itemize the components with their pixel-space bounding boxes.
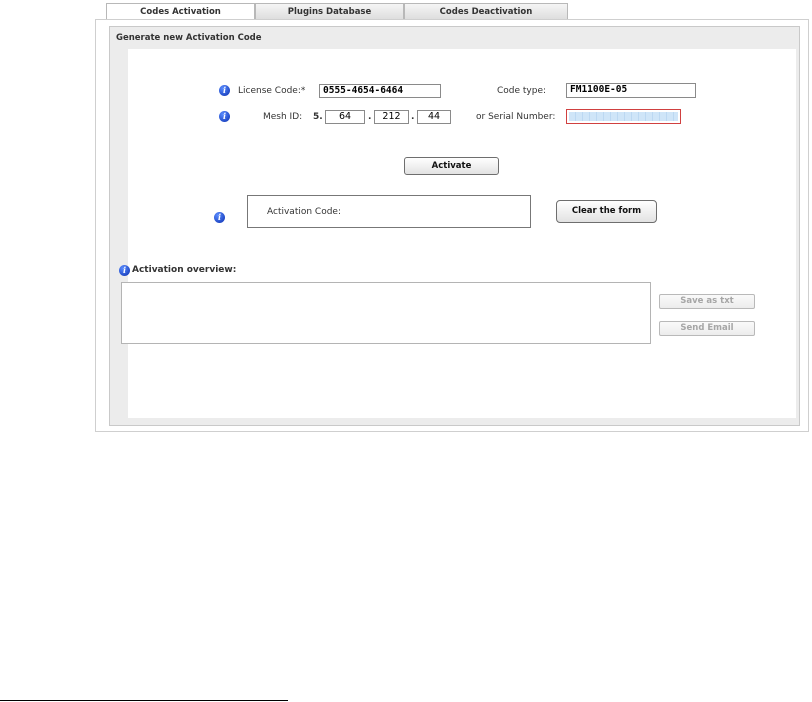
license-code-input[interactable]: 0555-4654-6464 bbox=[319, 84, 441, 98]
code-type-input[interactable]: FM1100E-05 bbox=[566, 83, 696, 98]
mesh-id-part-1[interactable]: 64 bbox=[325, 110, 365, 124]
mesh-separator: . bbox=[368, 112, 372, 122]
clear-form-button[interactable]: Clear the form bbox=[556, 200, 657, 223]
mesh-id-label: Mesh ID: bbox=[263, 112, 303, 122]
serial-number-value bbox=[569, 112, 678, 121]
code-type-label: Code type: bbox=[497, 86, 547, 96]
activation-code-info-icon[interactable]: i bbox=[214, 212, 225, 223]
save-as-txt-button[interactable]: Save as txt bbox=[659, 294, 755, 309]
activation-overview-box[interactable] bbox=[121, 282, 651, 344]
activation-code-box: Activation Code: bbox=[247, 195, 531, 228]
section-title: Generate new Activation Code bbox=[116, 33, 262, 43]
mesh-id-prefix: 5. bbox=[313, 112, 323, 122]
tab-codes-activation[interactable]: Codes Activation bbox=[106, 3, 255, 20]
activate-button[interactable]: Activate bbox=[404, 157, 499, 175]
tab-codes-deactivation[interactable]: Codes Deactivation bbox=[404, 3, 568, 19]
license-code-label: License Code:* bbox=[238, 86, 306, 96]
activation-code-label: Activation Code: bbox=[267, 207, 341, 217]
activation-overview-label: Activation overview: bbox=[132, 265, 237, 275]
tab-plugins-database[interactable]: Plugins Database bbox=[255, 3, 404, 19]
mesh-id-part-2[interactable]: 212 bbox=[374, 110, 409, 124]
serial-number-input[interactable] bbox=[566, 109, 681, 124]
send-email-button[interactable]: Send Email bbox=[659, 321, 755, 336]
footnote-divider bbox=[0, 700, 288, 701]
activation-form: i License Code:* 0555-4654-6464 Code typ… bbox=[119, 49, 796, 418]
mesh-id-part-3[interactable]: 44 bbox=[417, 110, 451, 124]
license-info-icon[interactable]: i bbox=[219, 85, 230, 96]
overview-info-icon[interactable]: i bbox=[119, 265, 130, 276]
tab-panel: Generate new Activation Code i License C… bbox=[95, 19, 809, 432]
mesh-info-icon[interactable]: i bbox=[219, 111, 230, 122]
serial-number-label: or Serial Number: bbox=[476, 112, 556, 122]
activation-section: Generate new Activation Code i License C… bbox=[109, 26, 800, 426]
mesh-separator: . bbox=[411, 112, 415, 122]
